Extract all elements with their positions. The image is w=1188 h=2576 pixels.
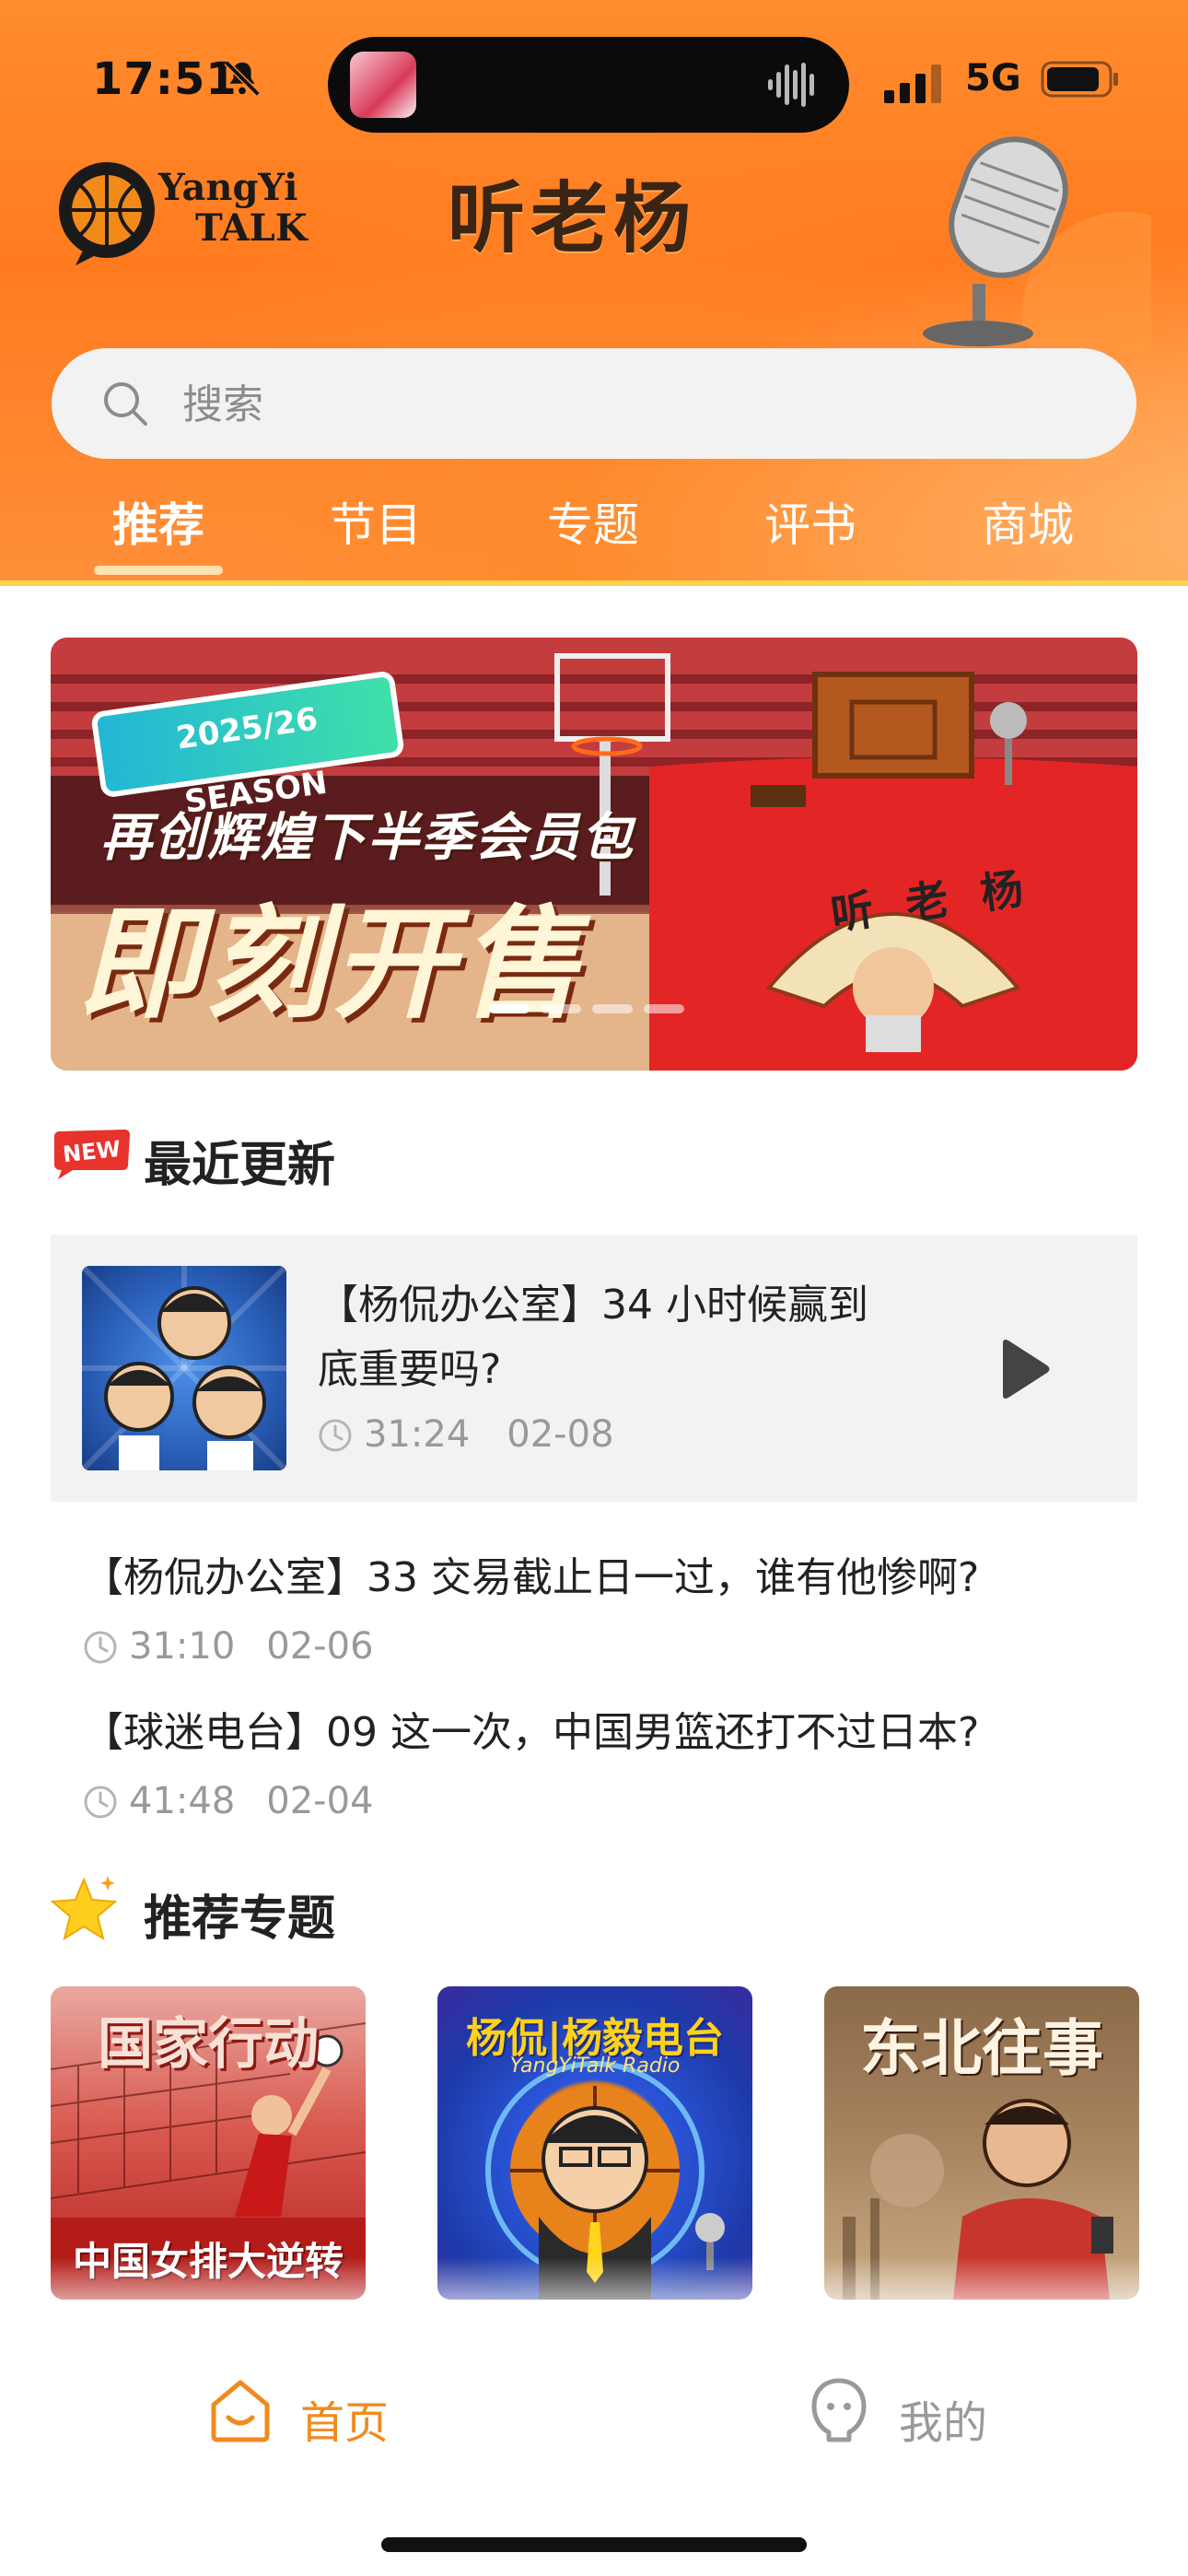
tab-programs[interactable]: 节目 [284,488,468,555]
topic-carousel[interactable]: 国家行动 中国女排大逆转 杨侃|杨毅电台 YangYiTalk Radio [0,1986,1188,2300]
featured-episode[interactable]: 【杨侃办公室】34 小时候赢到 底重要吗? 31:24 02-08 [51,1235,1137,1502]
episode-date: 02-04 [266,1780,374,1822]
carousel-dot[interactable] [644,1004,684,1013]
search-icon [104,382,147,426]
search-input[interactable] [181,374,1013,435]
status-bar: 17:51 5G [0,37,1188,133]
episode-title[interactable]: 【杨侃办公室】33 交易截止日一过，谁有他惨啊? [83,1544,979,1603]
category-tabs: 推荐 节目 专题 评书 商城 [0,488,1188,562]
network-type: 5G [965,57,1021,100]
hosts-illustration [82,1266,286,1470]
clock-icon [84,1631,117,1664]
cellular-signal-icon [884,64,941,103]
play-icon[interactable] [990,1332,1054,1406]
episode-meta: 31:10 02-06 [83,1625,374,1668]
featured-episode-date: 02-08 [507,1413,614,1456]
banner-subtitle: 再创辉煌下半季会员包 [100,808,635,868]
featured-episode-meta: 31:24 02-08 [318,1413,614,1456]
clock-icon [319,1419,352,1452]
app-title: 听老杨 [448,172,697,263]
topic-card-headline: 国家行动 [98,2012,319,2077]
scroll-fade [0,2257,1188,2331]
audio-wave-icon [768,63,814,107]
tab-store[interactable]: 商城 [936,488,1120,555]
tab-storytelling[interactable]: 评书 [718,488,903,555]
topic-card[interactable]: 杨侃|杨毅电台 YangYiTalk Radio [437,1986,752,2300]
tab-home-label: 首页 [300,2397,390,2449]
app-header: 17:51 5G YangYi TALK 听老杨 搜索 推荐 节目 专题 评书 … [0,0,1188,586]
topics-section-title: 推荐专题 [144,1891,336,1947]
dynamic-island[interactable] [328,37,849,133]
clock-icon [84,1786,117,1819]
microphone-icon [923,136,1151,350]
search-bar[interactable] [52,348,1136,459]
episode-date: 02-06 [266,1625,374,1668]
topic-card-subtitle: YangYiTalk Radio [509,2055,681,2078]
episode-thumbnail[interactable] [82,1266,286,1470]
tab-me-label: 我的 [899,2397,988,2449]
logo-wordmark-line1: YangYi [158,166,298,209]
topic-card[interactable]: 东北往事 [824,1986,1139,2300]
active-tab-indicator [94,566,223,575]
featured-episode-title-line1: 【杨侃办公室】34 小时候赢到 [318,1282,868,1329]
tab-recommend[interactable]: 推荐 [66,488,250,555]
episode-duration: 41:48 [129,1780,236,1822]
status-time: 17:51 [92,53,238,105]
featured-episode-duration: 31:24 [364,1413,471,1456]
battery-icon [1041,61,1118,98]
tab-home[interactable]: 首页 [206,2375,409,2449]
logo-wordmark: YangYi TALK [158,168,308,249]
carousel-dot[interactable] [592,1004,633,1013]
featured-episode-title-line2: 底重要吗? [318,1346,502,1393]
now-playing-artwork[interactable] [350,52,416,118]
home-indicator[interactable] [381,2537,807,2552]
episode-title[interactable]: 【球迷电台】09 这一次，中国男篮还打不过日本? [83,1699,979,1758]
home-icon [211,2380,270,2442]
episode-meta: 41:48 02-04 [83,1780,374,1822]
promo-banner[interactable]: 2025/26 SEASON 再创辉煌下半季会员包 即刻开售 听老杨 [51,638,1137,1071]
recent-section-title: 最近更新 [144,1138,336,1193]
carousel-dot[interactable] [541,1004,581,1013]
new-badge-icon: NEW [54,1130,130,1179]
profile-icon [811,2378,867,2442]
star-icon [51,1876,118,1941]
carousel-indicator[interactable] [489,1004,710,1017]
tab-topics[interactable]: 专题 [501,488,685,555]
tab-me[interactable]: 我的 [805,2375,1007,2449]
topic-card-headline: 东北往事 [860,2012,1103,2084]
carousel-dot[interactable] [489,1004,530,1013]
featured-episode-title[interactable]: 【杨侃办公室】34 小时候赢到 底重要吗? [318,1273,981,1402]
bell-muted-icon [224,60,261,97]
logo-wordmark-line2: TALK [195,206,308,250]
episode-duration: 31:10 [129,1625,236,1668]
topic-card[interactable]: 国家行动 中国女排大逆转 [51,1986,366,2300]
